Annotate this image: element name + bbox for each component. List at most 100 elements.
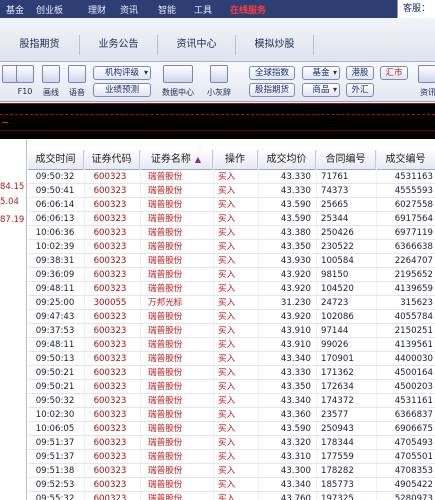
col-avg-price[interactable]: 成交均价 xyxy=(258,150,316,170)
tool-voice-label: 语音 xyxy=(69,88,85,97)
table-row[interactable]: 10:02:30 600323 瑞普股份 买入 43.360 23577 6366837 xyxy=(28,408,435,422)
table-row[interactable]: 09:50:21 600323 瑞普股份 买入 43.330 171362 4500164 xyxy=(28,366,435,380)
cell-name: 瑞普股份 xyxy=(148,368,183,378)
hk-stock-button[interactable]: 港股 xyxy=(346,66,374,80)
cell-contract-no: 171362 xyxy=(321,368,354,378)
table-row[interactable]: 09:52:53 600323 瑞普股份 买入 43.340 185773 4905422 xyxy=(28,478,435,492)
cell-code: 600323 xyxy=(93,200,127,210)
menu-item-wealth[interactable]: 理财 xyxy=(88,3,106,16)
table-row[interactable]: 09:36:09 600323 瑞普股份 买入 43.920 98150 2195652 xyxy=(28,268,435,282)
menu-item-fund[interactable]: 基金 xyxy=(6,3,24,16)
cell-code: 600323 xyxy=(93,438,127,448)
toolbar: F10 画线 语音 机构评级 业绩预测 数据中心 小灰辞 全球指数 基金 港股 … xyxy=(0,62,435,102)
cfi-icon xyxy=(163,65,193,83)
table-row[interactable]: 09:50:13 600323 瑞普股份 买入 43.340 170901 4400030 xyxy=(28,352,435,366)
cell-deal-no: 4531161 xyxy=(394,396,433,406)
cell-time: 09:47:43 xyxy=(35,312,75,322)
tab-announcements[interactable]: 业务公告 xyxy=(80,35,158,55)
table-row[interactable]: 09:51:38 600323 瑞普股份 买入 43.300 178282 4708353 xyxy=(28,464,435,478)
cell-operation: 买入 xyxy=(218,438,236,448)
cell-avg-price: 43.920 xyxy=(280,284,311,294)
cell-name: 瑞普股份 xyxy=(148,354,183,364)
cell-time: 09:50:41 xyxy=(35,186,75,196)
cell-deal-no: 4055784 xyxy=(394,312,433,322)
fund-dropdown[interactable]: 基金 xyxy=(302,66,340,80)
tool-data-center[interactable]: 数据中心 xyxy=(160,65,196,99)
left-value-3: 87.19 xyxy=(0,215,25,225)
menu-item-tools[interactable]: 工具 xyxy=(194,3,212,16)
table-row[interactable]: 09:37:53 600323 瑞普股份 买入 43.910 97144 2150251 xyxy=(28,324,435,338)
table-row[interactable]: 10:02:39 600323 瑞普股份 买入 43.350 230522 6366638 xyxy=(28,240,435,254)
table-row[interactable]: 09:50:21 600323 瑞普股份 买入 43.350 172634 4500203 xyxy=(28,380,435,394)
table-row[interactable]: 09:47:43 600323 瑞普股份 买入 43.920 102086 4055784 xyxy=(28,310,435,324)
cell-operation: 买入 xyxy=(218,382,236,392)
tool-info[interactable]: 资讯 xyxy=(416,65,435,99)
table-row[interactable]: 09:50:32 600323 瑞普股份 买入 43.330 71761 4531163 xyxy=(28,170,435,184)
cell-time: 09:50:32 xyxy=(35,172,75,182)
table-row[interactable]: 09:50:32 600323 瑞普股份 买入 43.340 174372 4531161 xyxy=(28,394,435,408)
index-futures-button[interactable]: 股指期货 xyxy=(249,83,295,97)
table-row[interactable]: 09:51:37 600323 瑞普股份 买入 43.320 178344 4705493 xyxy=(28,436,435,450)
menu-item-news[interactable]: 资讯 xyxy=(120,3,138,16)
table-row[interactable]: 09:25:00 300055 万邦光标 买入 31.230 24723 315623 xyxy=(28,296,435,310)
menu-item-online-service[interactable]: 在线服务 xyxy=(230,3,266,16)
forecast-button[interactable]: 业绩预测 xyxy=(93,83,151,97)
col-operation[interactable]: 操作 xyxy=(213,150,258,170)
cell-time: 09:37:53 xyxy=(35,326,75,336)
table-row[interactable]: 09:50:41 600323 瑞普股份 买入 43.330 74373 4555593 xyxy=(28,184,435,198)
tool-f10[interactable]: F10 xyxy=(14,65,36,99)
col-security-name[interactable]: 证券名称 ▲ xyxy=(140,150,213,170)
cell-avg-price: 43.910 xyxy=(280,340,311,350)
table-row[interactable]: 09:38:31 600323 瑞普股份 买入 43.930 100584 2264707 xyxy=(28,254,435,268)
forex-button[interactable]: 外汇 xyxy=(346,83,374,97)
table-header: 成交时间 证券代码 证券名称 ▲ 操作 成交均价 合同编号 成交编号 xyxy=(28,150,435,170)
table-row[interactable]: 06:06:14 600323 瑞普股份 买入 43.590 25665 6027558 xyxy=(28,198,435,212)
tab-index-futures[interactable]: 股指期货 xyxy=(0,35,80,55)
cell-time: 09:50:13 xyxy=(35,354,75,364)
left-side-panel: 84.15 5.04 87.19 xyxy=(0,139,27,500)
table-row[interactable]: 10:06:36 600323 瑞普股份 买入 43.380 250426 6977119 xyxy=(28,226,435,240)
menu-item-gem[interactable]: 创业板 xyxy=(36,3,63,16)
table-row[interactable]: 06:06:13 600323 瑞普股份 买入 43.590 25344 6917564 xyxy=(28,212,435,226)
col-contract-no[interactable]: 合同编号 xyxy=(316,150,376,170)
global-index-button[interactable]: 全球指数 xyxy=(249,66,295,80)
cell-code: 600323 xyxy=(93,312,127,322)
cell-avg-price: 31.230 xyxy=(280,298,311,308)
rating-dropdown[interactable]: 机构评级 xyxy=(93,66,151,80)
table-row[interactable]: 09:55:32 600323 瑞普股份 买入 43.760 197325 5280973 xyxy=(28,492,435,500)
cell-operation: 买入 xyxy=(218,214,236,224)
tool-draw[interactable]: 画线 xyxy=(40,65,62,99)
cell-code: 600323 xyxy=(93,228,127,238)
cell-operation: 买入 xyxy=(218,494,236,500)
cell-name: 瑞普股份 xyxy=(148,466,183,476)
cell-code: 600323 xyxy=(93,368,127,378)
cell-deal-no: 6977119 xyxy=(394,228,433,238)
table-row[interactable]: 10:06:05 600323 瑞普股份 买入 43.590 250943 6906675 xyxy=(28,422,435,436)
tool-voice[interactable]: 语音 xyxy=(66,65,88,99)
col-deal-no[interactable]: 成交编号 xyxy=(376,150,435,170)
cell-contract-no: 25665 xyxy=(321,200,349,210)
cell-name: 瑞普股份 xyxy=(148,200,183,210)
col-trade-time[interactable]: 成交时间 xyxy=(28,150,84,170)
cell-avg-price: 43.330 xyxy=(280,186,311,196)
cell-time: 10:02:39 xyxy=(35,242,75,252)
tab-news-center[interactable]: 资讯中心 xyxy=(158,35,236,55)
menu-item-smart[interactable]: 智能 xyxy=(158,3,176,16)
cell-name: 瑞普股份 xyxy=(148,326,183,336)
table-row[interactable]: 09:48:11 600323 瑞普股份 买入 43.910 99026 4139561 xyxy=(28,338,435,352)
cell-code: 600323 xyxy=(93,214,127,224)
commodity-dropdown[interactable]: 商品 xyxy=(302,83,340,97)
table-row[interactable]: 09:48:11 600323 瑞普股份 买入 43.920 104520 4139659 xyxy=(28,282,435,296)
cell-contract-no: 170901 xyxy=(321,354,354,364)
cell-deal-no: 6917564 xyxy=(394,214,433,224)
cell-contract-no: 100584 xyxy=(321,256,354,266)
table-row[interactable]: 09:51:37 600323 瑞普股份 买入 43.310 177559 4705501 xyxy=(28,450,435,464)
cell-name: 瑞普股份 xyxy=(148,312,183,322)
cell-deal-no: 2195652 xyxy=(394,270,433,280)
col-security-code[interactable]: 证券代码 xyxy=(84,150,140,170)
tab-sim-trading[interactable]: 模拟炒股 xyxy=(236,35,314,55)
customer-service-button[interactable]: 客服： xyxy=(397,0,435,18)
forex-market-button[interactable]: 汇市 xyxy=(380,66,408,80)
cell-operation: 买入 xyxy=(218,326,236,336)
tool-calendar[interactable]: 小灰辞 xyxy=(207,65,231,99)
